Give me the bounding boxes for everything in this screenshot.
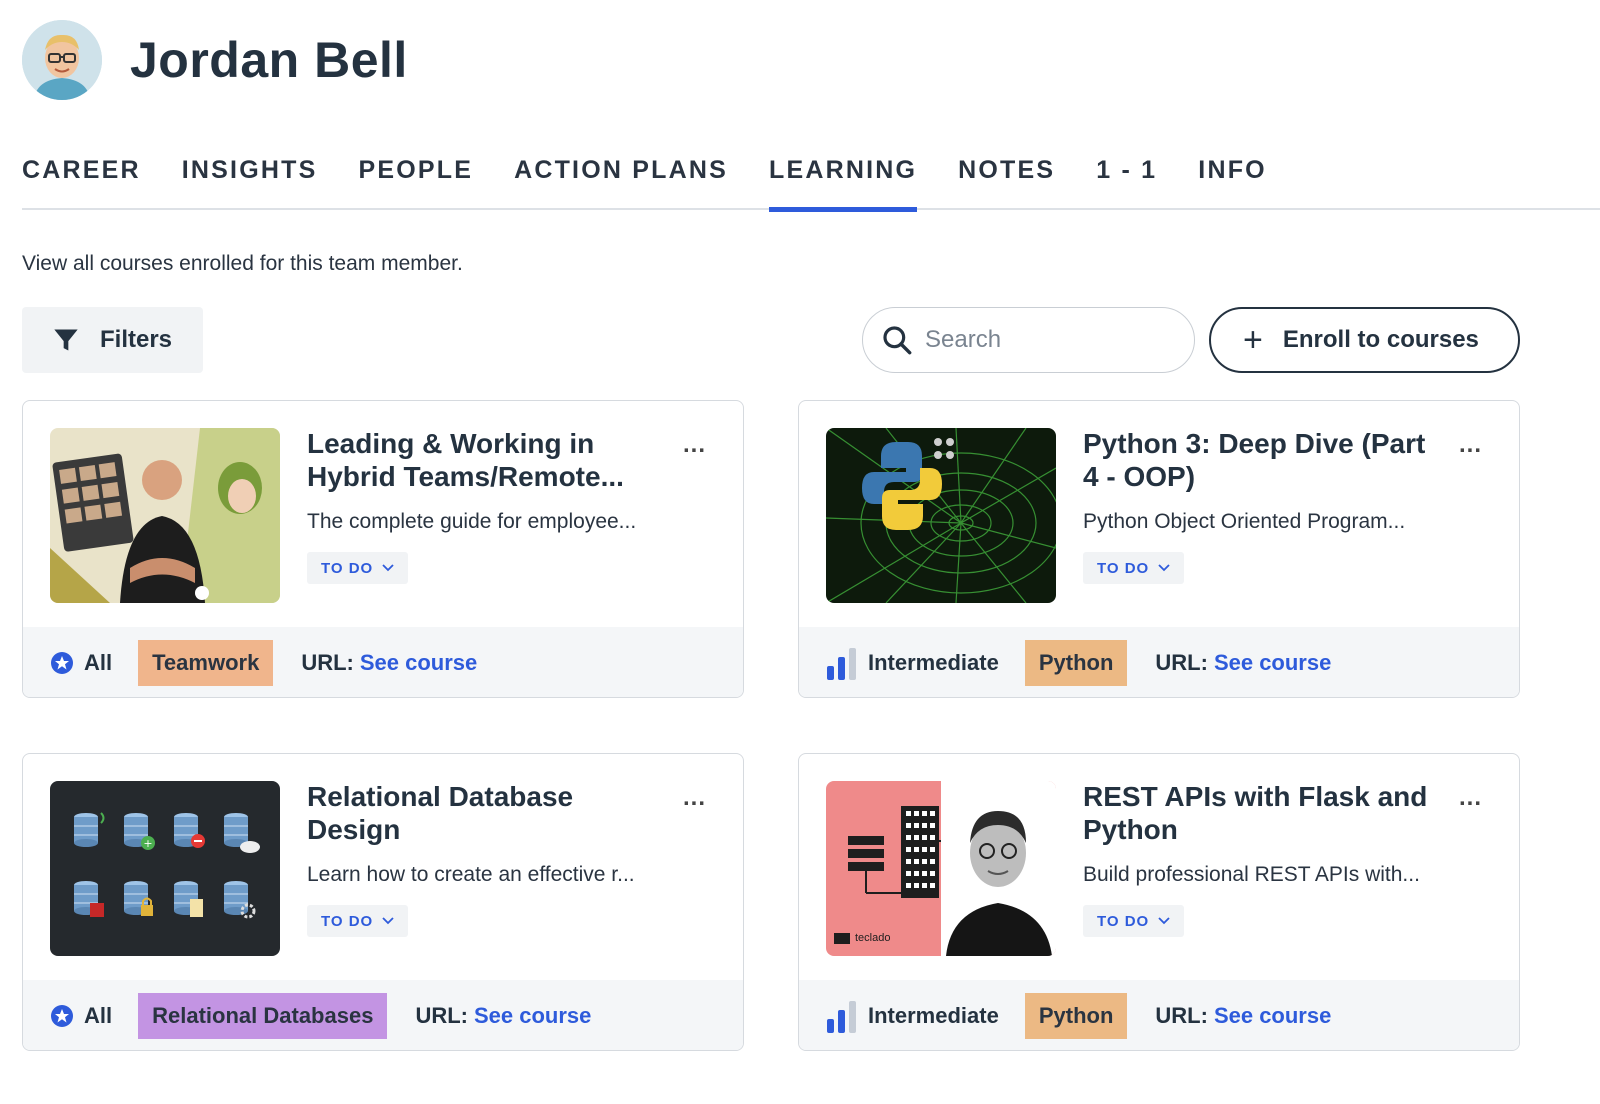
- course-level: Intermediate: [826, 999, 999, 1033]
- user-name: Jordan Bell: [130, 32, 408, 88]
- tab-people[interactable]: PEOPLE: [358, 150, 473, 210]
- status-dropdown[interactable]: TO DO: [1083, 905, 1185, 937]
- course-title[interactable]: Leading & Working in Hybrid Teams/Remote…: [307, 427, 667, 493]
- tab-info[interactable]: INFO: [1198, 150, 1267, 210]
- course-card-hybrid-teams[interactable]: Leading & Working in Hybrid Teams/Remote…: [22, 400, 744, 698]
- course-card-rest-apis[interactable]: teclado REST APIs with Flask and Python …: [798, 753, 1520, 1051]
- course-footer: Intermediate Python URL: See course: [799, 980, 1519, 1050]
- chevron-down-icon: [1158, 917, 1170, 925]
- course-footer: All Teamwork URL: See course: [23, 627, 743, 697]
- course-thumbnail[interactable]: teclado: [826, 781, 1056, 956]
- enroll-label: Enroll to courses: [1282, 326, 1479, 353]
- status-dropdown[interactable]: TO DO: [307, 905, 409, 937]
- tab-career[interactable]: CAREER: [22, 150, 141, 210]
- topic-tag: Relational Databases: [138, 993, 388, 1039]
- tab-action-plans[interactable]: ACTION PLANS: [514, 150, 728, 210]
- filters-label: Filters: [100, 326, 173, 353]
- more-options-button[interactable]: ...: [683, 431, 706, 459]
- level-label: All: [84, 1003, 113, 1028]
- status-dropdown[interactable]: TO DO: [1083, 552, 1185, 584]
- see-course-link[interactable]: See course: [1214, 1003, 1331, 1029]
- status-label: TO DO: [1097, 559, 1150, 577]
- course-title[interactable]: Python 3: Deep Dive (Part 4 - OOP): [1083, 427, 1443, 493]
- course-title[interactable]: Relational Database Design: [307, 780, 667, 846]
- course-card-python-oop[interactable]: Python 3: Deep Dive (Part 4 - OOP) ... P…: [798, 400, 1520, 698]
- profile-header: Jordan Bell: [22, 20, 408, 100]
- course-subtitle: Learn how to create an effective r...: [307, 863, 635, 886]
- url-label: URL:: [415, 1003, 468, 1028]
- funnel-icon: [54, 329, 78, 351]
- level-label: Intermediate: [868, 1003, 999, 1028]
- see-course-link[interactable]: See course: [360, 650, 477, 676]
- search-input[interactable]: [925, 326, 1175, 354]
- status-label: TO DO: [321, 912, 374, 930]
- level-label: All: [84, 650, 113, 675]
- course-footer: All Relational Databases URL: See course: [23, 980, 743, 1050]
- topic-tag: Python: [1024, 993, 1128, 1039]
- status-label: TO DO: [321, 559, 374, 577]
- tab-notes[interactable]: NOTES: [958, 150, 1055, 210]
- level-label: Intermediate: [868, 650, 999, 675]
- enroll-to-courses-button[interactable]: + Enroll to courses: [1209, 307, 1520, 373]
- more-options-button[interactable]: ...: [1459, 784, 1482, 812]
- see-course-link[interactable]: See course: [1214, 650, 1331, 676]
- url-label: URL:: [1155, 650, 1208, 675]
- star-badge-icon: [51, 652, 73, 674]
- learning-description: View all courses enrolled for this team …: [22, 252, 463, 275]
- course-title[interactable]: REST APIs with Flask and Python: [1083, 780, 1443, 846]
- more-options-button[interactable]: ...: [1459, 431, 1482, 459]
- see-course-link[interactable]: See course: [474, 1003, 591, 1029]
- bar-level-icon: [827, 1001, 856, 1033]
- course-thumbnail[interactable]: +: [50, 781, 280, 956]
- course-card-relational-db[interactable]: + Relational Database Design ... Learn h…: [22, 753, 744, 1051]
- tab-learning[interactable]: LEARNING: [768, 150, 918, 212]
- course-footer: Intermediate Python URL: See course: [799, 627, 1519, 697]
- tab-insights[interactable]: INSIGHTS: [182, 150, 318, 210]
- course-level: All: [50, 650, 112, 676]
- course-thumbnail[interactable]: [50, 428, 280, 603]
- plus-icon: +: [1243, 321, 1263, 359]
- bar-level-icon: [827, 648, 856, 680]
- star-badge-icon: [51, 1005, 73, 1027]
- course-level: Intermediate: [826, 646, 999, 680]
- topic-tag: Python: [1024, 640, 1128, 686]
- chevron-down-icon: [1158, 564, 1170, 572]
- profile-tabs: CAREER INSIGHTS PEOPLE ACTION PLANS LEAR…: [22, 150, 1600, 212]
- chevron-down-icon: [382, 564, 394, 572]
- url-label: URL:: [1155, 1003, 1208, 1028]
- course-subtitle: Build professional REST APIs with...: [1083, 863, 1420, 886]
- status-dropdown[interactable]: TO DO: [307, 552, 409, 584]
- filters-button[interactable]: Filters: [22, 307, 203, 373]
- topic-tag: Teamwork: [138, 640, 274, 686]
- search-icon: [883, 326, 912, 355]
- search-box: [862, 307, 1195, 373]
- svg-text:+: +: [143, 837, 152, 850]
- teclado-logo: teclado: [855, 932, 891, 944]
- course-subtitle: The complete guide for employee...: [307, 510, 637, 533]
- course-thumbnail[interactable]: [826, 428, 1056, 603]
- url-label: URL:: [301, 650, 354, 675]
- tab-one-on-one[interactable]: 1 - 1: [1096, 150, 1157, 210]
- more-options-button[interactable]: ...: [683, 784, 706, 812]
- status-label: TO DO: [1097, 912, 1150, 930]
- course-level: All: [50, 1003, 112, 1029]
- avatar[interactable]: [22, 20, 102, 100]
- chevron-down-icon: [382, 917, 394, 925]
- course-subtitle: Python Object Oriented Program...: [1083, 510, 1406, 533]
